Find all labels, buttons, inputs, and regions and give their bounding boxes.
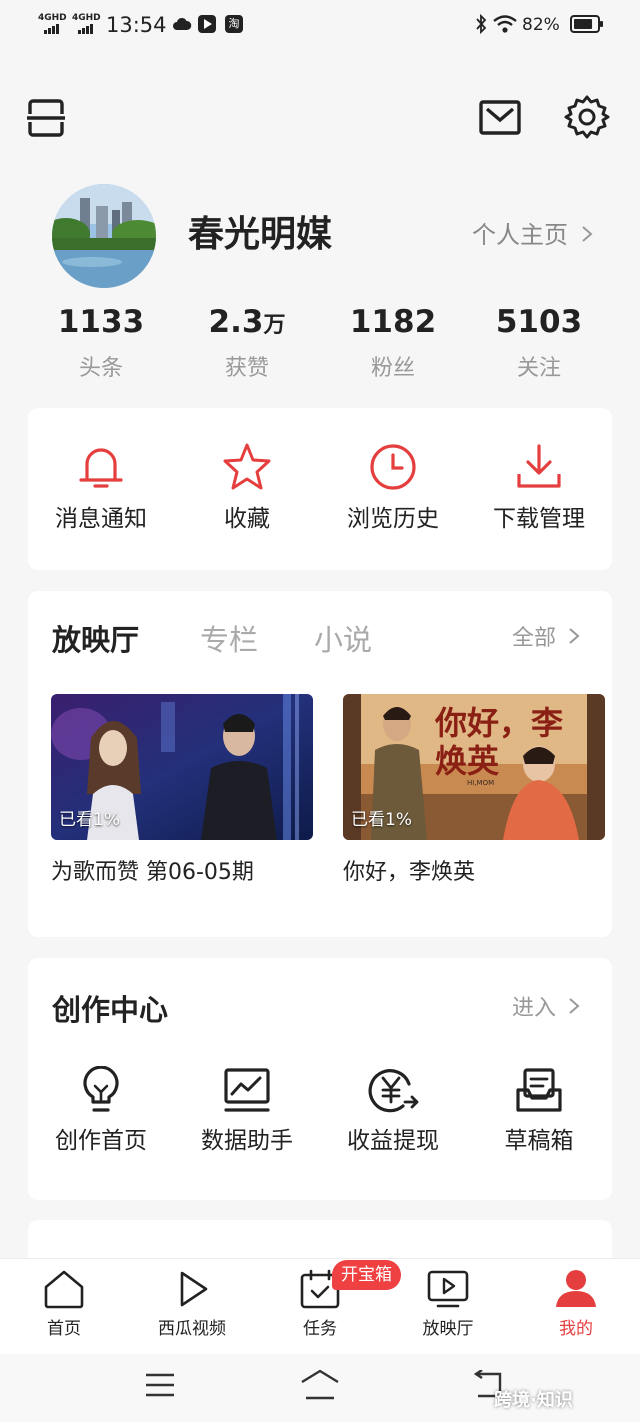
chevron-right-icon	[569, 628, 580, 644]
poster-title: 你好，李焕英	[435, 704, 564, 780]
stat-followers[interactable]: 1182 粉丝	[320, 300, 466, 386]
stat-likes-unit: 万	[263, 313, 286, 338]
drafts-label: 草稿箱	[504, 1128, 574, 1154]
favorites-label: 收藏	[224, 506, 270, 532]
cloud-icon	[173, 17, 192, 30]
data-assistant-button[interactable]: 数据助手	[174, 1066, 320, 1158]
stat-following-label: 关注	[516, 356, 561, 381]
nav-tasks-label: 任务	[303, 1319, 337, 1339]
nav-mine[interactable]: 我的	[512, 1269, 640, 1341]
menu-icon[interactable]	[144, 1372, 176, 1398]
media-title-1[interactable]: 为歌而赞 第06-05期	[51, 856, 254, 890]
stat-likes[interactable]: 2.3万 获赞	[174, 300, 320, 386]
mail-icon	[479, 100, 521, 135]
clock-icon	[370, 444, 416, 490]
earnings-withdraw-button[interactable]: 收益提现	[320, 1066, 466, 1158]
home-icon	[44, 1270, 84, 1309]
bottom-tab-bar: 首页 西瓜视频 任务 放映厅 我的	[0, 1258, 640, 1355]
gear-icon	[564, 95, 610, 139]
homepage-link-label: 个人主页	[472, 221, 568, 249]
media-title-2[interactable]: 你好，李焕英	[343, 856, 475, 890]
clock-time: 13:54	[106, 13, 167, 37]
mail-button[interactable]	[478, 96, 522, 140]
network-type-1: 4GHD	[38, 13, 67, 23]
download-icon	[517, 444, 561, 488]
creation-home-button[interactable]: 创作首页	[28, 1065, 174, 1158]
battery-icon	[570, 15, 603, 33]
media-all-label: 全部	[512, 626, 557, 651]
data-assistant-label: 数据助手	[201, 1128, 293, 1154]
scan-icon	[27, 99, 65, 137]
status-bar: 4GHD 4GHD 13:54 淘 82%	[0, 0, 640, 50]
stat-posts[interactable]: 1133 头条	[28, 300, 174, 386]
personal-homepage-link[interactable]: 个人主页	[472, 218, 594, 252]
signal-icon	[44, 24, 59, 34]
chevron-right-icon	[581, 226, 593, 242]
battery-percent: 82%	[522, 15, 560, 35]
watch-progress: 已看1%	[59, 810, 120, 830]
watermark: 跨境·知识	[494, 1390, 573, 1411]
drafts-button[interactable]: 草稿箱	[466, 1066, 612, 1158]
media-all-link[interactable]: 全部	[512, 622, 581, 656]
tab-cinema[interactable]: 放映厅	[52, 620, 139, 660]
notifications-label: 消息通知	[55, 506, 147, 532]
video-app-icon	[198, 15, 216, 33]
favorites-button[interactable]: 收藏	[174, 442, 320, 536]
nav-home-label: 首页	[47, 1319, 81, 1339]
yuan-coin-icon	[368, 1069, 419, 1113]
stat-following[interactable]: 5103 关注	[466, 300, 612, 386]
draft-box-icon	[516, 1068, 562, 1112]
nav-cinema[interactable]: 放映厅	[384, 1269, 512, 1341]
media-thumb-2[interactable]: 你好，李焕英 HI,MOM 已看1%	[343, 694, 605, 840]
stat-likes-value: 2.3	[208, 304, 264, 340]
nav-mine-label: 我的	[559, 1319, 593, 1339]
tab-novels[interactable]: 小说	[314, 620, 372, 660]
bluetooth-icon	[476, 14, 487, 34]
stat-posts-label: 头条	[78, 356, 123, 381]
tv-play-icon	[427, 1270, 469, 1308]
avatar-image	[52, 184, 156, 288]
stat-followers-value: 1182	[349, 304, 437, 340]
signal-icon	[78, 24, 93, 34]
scan-button[interactable]	[24, 96, 68, 140]
creation-enter-label: 进入	[512, 996, 557, 1021]
poster-subtitle: HI,MOM	[467, 779, 495, 787]
stat-following-value: 5103	[495, 304, 583, 340]
treasure-box-badge[interactable]: 开宝箱	[332, 1260, 401, 1290]
avatar[interactable]	[52, 184, 156, 288]
watch-progress: 已看1%	[351, 810, 412, 830]
bell-icon	[79, 448, 123, 488]
nav-cinema-label: 放映厅	[422, 1319, 474, 1339]
lightbulb-icon	[83, 1065, 119, 1112]
nav-home[interactable]: 首页	[0, 1269, 128, 1341]
stat-followers-label: 粉丝	[370, 356, 415, 381]
downloads-label: 下载管理	[493, 506, 585, 532]
play-icon	[180, 1271, 208, 1307]
stat-likes-label: 获赞	[224, 356, 269, 381]
taobao-app-icon: 淘	[225, 15, 243, 33]
wifi-icon	[493, 15, 517, 33]
downloads-button[interactable]: 下载管理	[466, 442, 612, 536]
star-icon	[223, 443, 271, 490]
chevron-right-icon	[569, 998, 580, 1014]
tab-columns[interactable]: 专栏	[200, 620, 258, 660]
history-button[interactable]: 浏览历史	[320, 442, 466, 536]
creation-enter-link[interactable]: 进入	[512, 992, 581, 1026]
creation-home-label: 创作首页	[55, 1128, 147, 1154]
media-thumb-1[interactable]: 已看1%	[51, 694, 313, 840]
earnings-withdraw-label: 收益提现	[347, 1128, 439, 1154]
nav-xigua-video-label: 西瓜视频	[158, 1319, 226, 1339]
creation-center-title: 创作中心	[52, 993, 169, 1027]
user-icon	[556, 1270, 596, 1307]
chart-icon	[224, 1068, 270, 1112]
settings-button[interactable]	[564, 94, 610, 140]
network-type-2: 4GHD	[72, 13, 101, 23]
username: 春光明媒	[188, 214, 333, 255]
stat-posts-value: 1133	[57, 304, 145, 340]
home-nav-icon[interactable]	[298, 1368, 342, 1402]
history-label: 浏览历史	[347, 506, 439, 532]
nav-xigua-video[interactable]: 西瓜视频	[128, 1269, 256, 1341]
notifications-button[interactable]: 消息通知	[28, 442, 174, 536]
